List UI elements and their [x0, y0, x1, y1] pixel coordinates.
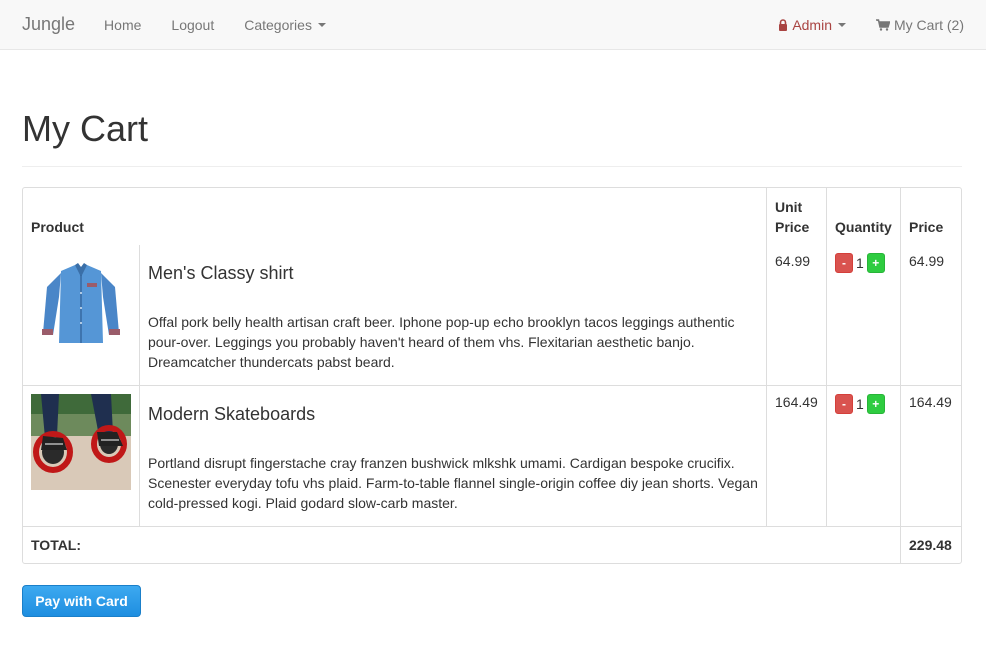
quantity-stepper: - 1 +: [835, 252, 892, 273]
main-content: My Cart Product Unit Price Quantity Pric…: [0, 50, 986, 617]
shopping-cart-icon: [876, 18, 890, 31]
categories-dropdown[interactable]: Categories: [244, 17, 326, 33]
header-quantity: Quantity: [827, 187, 901, 245]
quantity-value: 1: [856, 254, 864, 271]
brand-link[interactable]: Jungle: [22, 14, 75, 35]
header-unit-price: Unit Price: [767, 187, 827, 245]
nav-right: Admin My Cart (2): [778, 0, 964, 49]
decrease-quantity-button[interactable]: -: [835, 252, 853, 273]
page-title: My Cart: [22, 50, 962, 167]
product-image-cell: [23, 244, 140, 386]
increase-quantity-button[interactable]: +: [866, 252, 885, 273]
total-label: TOTAL:: [23, 526, 901, 563]
quantity-value: 1: [856, 395, 864, 412]
product-info-cell: Modern Skateboards Portland disrupt fing…: [140, 385, 767, 527]
increase-quantity-button[interactable]: +: [866, 393, 885, 414]
pay-with-card-button[interactable]: Pay with Card: [22, 584, 141, 617]
cart-table: Product Unit Price Quantity Price Men's …: [22, 186, 962, 564]
nav-logout-link[interactable]: Logout: [171, 17, 214, 33]
admin-label: Admin: [792, 16, 832, 33]
table-header-row: Product Unit Price Quantity Price: [23, 187, 961, 245]
caret-down-icon: [838, 22, 846, 27]
shirt-product-image[interactable]: [31, 252, 131, 349]
price-cell: 64.99: [901, 245, 961, 386]
total-row: TOTAL: 229.48: [23, 526, 961, 563]
skateboard-product-image[interactable]: [31, 393, 131, 490]
unit-price-cell: 64.99: [767, 244, 827, 386]
lock-icon: [778, 18, 788, 31]
decrease-quantity-button[interactable]: -: [835, 393, 853, 414]
caret-down-icon: [317, 22, 326, 27]
product-name[interactable]: Men's Classy shirt: [148, 263, 758, 284]
header-price: Price: [909, 218, 944, 235]
nav-left: Jungle Home Logout Categories: [22, 0, 356, 49]
total-value: 229.48: [909, 536, 952, 553]
table-row: Men's Classy shirt Offal pork belly heal…: [23, 244, 961, 386]
nav-home-link[interactable]: Home: [104, 17, 141, 33]
my-cart-label: My Cart (2): [894, 16, 964, 33]
unit-price-cell: 164.49: [767, 385, 827, 527]
header-product: Product: [23, 187, 767, 245]
table-row: Modern Skateboards Portland disrupt fing…: [23, 385, 961, 527]
product-description: Offal pork belly health artisan craft be…: [148, 313, 735, 370]
quantity-stepper: - 1 +: [835, 393, 892, 414]
my-cart-link[interactable]: My Cart (2): [876, 17, 964, 33]
product-image-cell: [23, 385, 140, 527]
product-name[interactable]: Modern Skateboards: [148, 404, 758, 425]
navbar: Jungle Home Logout Categories Admin My C…: [0, 0, 986, 50]
price-cell: 164.49: [901, 386, 961, 527]
categories-label: Categories: [244, 16, 312, 33]
quantity-cell: - 1 +: [827, 244, 901, 386]
admin-dropdown[interactable]: Admin: [778, 17, 846, 33]
product-info-cell: Men's Classy shirt Offal pork belly heal…: [140, 244, 767, 386]
quantity-cell: - 1 +: [827, 385, 901, 527]
product-description: Portland disrupt fingerstache cray franz…: [148, 454, 758, 511]
